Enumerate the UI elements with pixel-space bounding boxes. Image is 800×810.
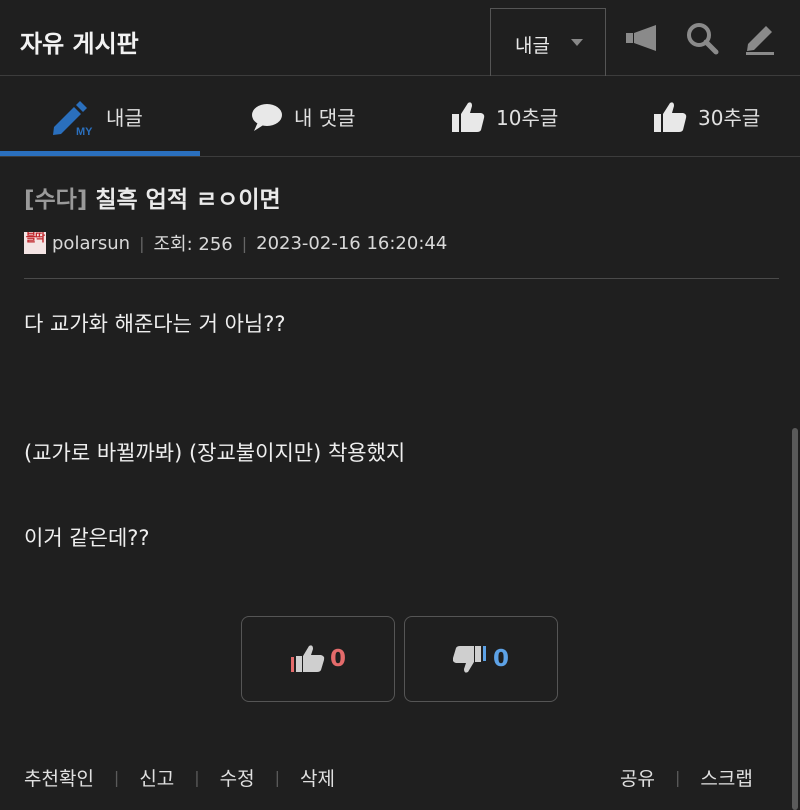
tab-my-posts[interactable]: MY 내글 bbox=[52, 77, 143, 156]
post-title: [수다] 칠흑 업적 ㄹㅇ이면 bbox=[24, 180, 281, 214]
pencil-icon[interactable] bbox=[742, 20, 778, 56]
my-pencil-icon: MY bbox=[53, 100, 93, 137]
view-count: 조회: 256 bbox=[153, 234, 233, 255]
speech-bubble-icon bbox=[252, 103, 282, 131]
divider: | bbox=[674, 768, 681, 787]
divider: | bbox=[139, 233, 145, 253]
post-category: [수다] bbox=[24, 187, 88, 213]
post-body-line: 다 교가화 해준다는 거 아님?? bbox=[24, 312, 286, 336]
tab-30-recommended[interactable]: 30추글 bbox=[652, 77, 760, 156]
thumbs-up-icon bbox=[452, 101, 485, 132]
edit-link[interactable]: 수정 bbox=[220, 764, 255, 791]
top-bar: 자유 게시판 내글 bbox=[0, 0, 800, 76]
post-date: 2023-02-16 16:20:44 bbox=[256, 232, 448, 254]
report-link[interactable]: 신고 bbox=[139, 764, 174, 791]
recommend-check-link[interactable]: 추천확인 bbox=[24, 764, 94, 791]
post-meta: 블딱 polarsun | 조회: 256 | 2023-02-16 16:20… bbox=[24, 230, 447, 256]
divider bbox=[24, 278, 779, 279]
megaphone-icon[interactable] bbox=[624, 20, 660, 56]
board-title: 자유 게시판 bbox=[20, 30, 139, 58]
share-link[interactable]: 공유 bbox=[620, 764, 655, 791]
post-body-line: (교가로 바뀔까봐) (장교불이지만) 착용했지 bbox=[24, 441, 406, 465]
thumbs-up-icon bbox=[290, 645, 325, 672]
scrollbar[interactable] bbox=[792, 428, 798, 810]
tab-my-comments[interactable]: 내 댓글 bbox=[250, 77, 356, 156]
upvote-count: 0 bbox=[329, 646, 346, 672]
tab-label: 10추글 bbox=[496, 106, 559, 130]
avatar: 블딱 bbox=[24, 232, 46, 254]
tab-bar: MY 내글 내 댓글 10추글 30추글 bbox=[0, 77, 800, 157]
active-tab-indicator bbox=[0, 151, 200, 156]
post-actions-right: 공유 | 스크랩 bbox=[620, 764, 753, 791]
upvote-button[interactable]: 0 bbox=[241, 616, 395, 702]
divider: | bbox=[194, 768, 200, 787]
svg-text:MY: MY bbox=[76, 126, 93, 137]
divider: | bbox=[241, 233, 248, 253]
divider: | bbox=[274, 768, 281, 787]
delete-link[interactable]: 삭제 bbox=[300, 764, 335, 791]
downvote-count: 0 bbox=[492, 646, 509, 672]
post-body-line: 이거 같은데?? bbox=[24, 526, 150, 550]
author-name[interactable]: polarsun bbox=[52, 233, 130, 254]
tab-label: 내글 bbox=[106, 106, 143, 130]
thumbs-down-icon bbox=[452, 646, 486, 673]
post-actions-left: 추천확인 | 신고 | 수정 | 삭제 bbox=[24, 764, 335, 791]
tab-label: 30추글 bbox=[698, 106, 761, 130]
downvote-button[interactable]: 0 bbox=[404, 616, 558, 702]
scrap-link[interactable]: 스크랩 bbox=[700, 764, 752, 791]
mypost-dropdown-label: 내글 bbox=[515, 35, 550, 57]
tab-label: 내 댓글 bbox=[294, 106, 356, 130]
tab-10-recommended[interactable]: 10추글 bbox=[450, 77, 558, 156]
thumbs-up-icon bbox=[654, 101, 687, 132]
post-title-text: 칠흑 업적 ㄹㅇ이면 bbox=[95, 187, 281, 213]
search-icon[interactable] bbox=[684, 20, 720, 56]
divider: | bbox=[113, 768, 120, 787]
mypost-dropdown[interactable]: 내글 bbox=[490, 8, 606, 76]
chevron-down-icon bbox=[571, 39, 583, 46]
